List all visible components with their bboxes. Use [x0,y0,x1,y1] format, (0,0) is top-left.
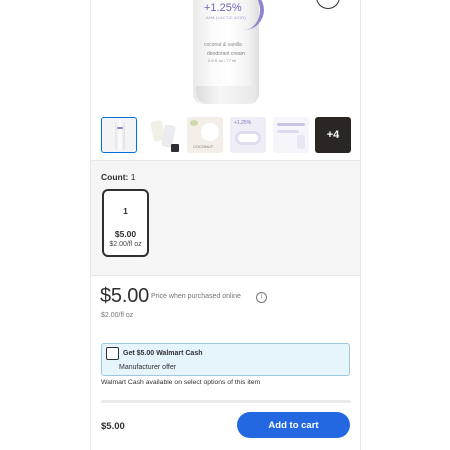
price-unit: $2.00/fl oz [101,312,134,319]
bottom-price: $5.00 [101,421,125,432]
offer-title: Get $5.00 Walmart Cash [123,350,203,357]
tube-cap [196,86,256,104]
checkbox-icon[interactable] [106,347,119,360]
count-option-card[interactable]: 1 $5.00 $2.00/fl oz [102,189,149,257]
page-right-border [360,0,361,450]
count-value: 1 [130,172,136,182]
thumbnail-3[interactable]: COCONUT [187,117,223,153]
tube-size-text: 2.6 fl. oz / 77 ml [208,58,237,63]
info-icon[interactable]: i [256,292,267,303]
count-section: Count: 1 1 $5.00 $2.00/fl oz [91,160,360,276]
option-price: $5.00 [114,229,137,239]
walmart-cash-offer[interactable]: Get $5.00 Walmart Cash Manufacturer offe… [101,343,350,376]
walmart-cash-note: Walmart Cash available on select options… [101,379,261,386]
tube-scent-text: coconut & vanilla [204,42,242,48]
option-qty: 1 [123,206,128,216]
price-main: $5.00 [100,285,150,307]
thumbnail-2[interactable] [144,117,180,153]
count-label-text: Count: [101,172,129,182]
add-to-cart-button[interactable]: Add to cart [237,412,350,438]
tube-percent-text: +1.25% [204,2,242,14]
thumbnail-1[interactable] [101,117,137,153]
thumbnail-5[interactable] [273,117,309,153]
tube-type-text: deodorant cream [207,51,245,57]
offer-subtitle: Manufacturer offer [119,364,177,371]
bottom-divider [101,400,351,403]
price-note: Price when purchased online [151,293,241,300]
thumbnail-4[interactable]: +1.25% [230,117,266,153]
thumbnail-3-text: COCONUT [193,144,214,149]
tube-subline-text: AHA (LACTIC ACID) [206,15,246,20]
thumbnail-4-text: +1.25% [234,120,252,126]
option-unit-price: $2.00/fl oz [109,241,142,248]
count-label: Count: 1 [101,172,136,182]
thumbnail-more[interactable]: +4 [315,117,351,153]
